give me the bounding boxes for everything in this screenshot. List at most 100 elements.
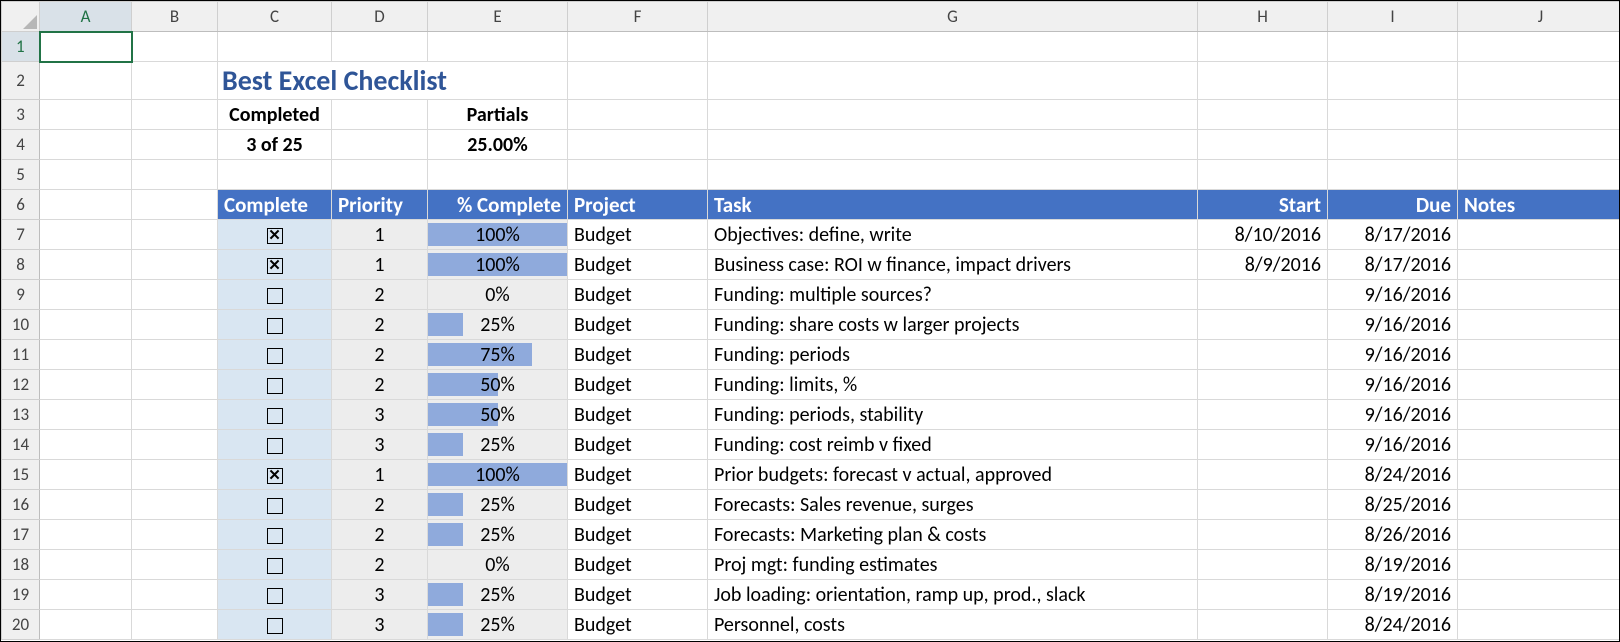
cell[interactable]: [132, 62, 218, 100]
start-cell[interactable]: 8/10/2016: [1198, 220, 1328, 250]
cell[interactable]: [1328, 62, 1458, 100]
notes-cell[interactable]: [1458, 220, 1620, 250]
cell[interactable]: [132, 190, 218, 220]
row-header[interactable]: 15: [2, 460, 40, 490]
percent-cell[interactable]: 25%: [428, 310, 568, 340]
notes-cell[interactable]: [1458, 580, 1620, 610]
due-cell[interactable]: 8/24/2016: [1328, 460, 1458, 490]
cell[interactable]: [428, 32, 568, 62]
notes-cell[interactable]: [1458, 550, 1620, 580]
hdr-percent[interactable]: % Complete: [428, 190, 568, 220]
notes-cell[interactable]: [1458, 400, 1620, 430]
row-header[interactable]: 20: [2, 610, 40, 640]
task-cell[interactable]: Forecasts: Sales revenue, surges: [708, 490, 1198, 520]
cell[interactable]: [1328, 32, 1458, 62]
cell[interactable]: [132, 490, 218, 520]
hdr-notes[interactable]: Notes: [1458, 190, 1620, 220]
cell[interactable]: [40, 62, 132, 100]
percent-cell[interactable]: 100%: [428, 250, 568, 280]
col-header-C[interactable]: C: [218, 2, 332, 32]
notes-cell[interactable]: [1458, 430, 1620, 460]
row-header[interactable]: 17: [2, 520, 40, 550]
due-cell[interactable]: 8/19/2016: [1328, 550, 1458, 580]
complete-cell[interactable]: [218, 220, 332, 250]
cell[interactable]: [1198, 160, 1328, 190]
complete-cell[interactable]: [218, 460, 332, 490]
task-cell[interactable]: Proj mgt: funding estimates: [708, 550, 1198, 580]
project-cell[interactable]: Budget: [568, 610, 708, 640]
priority-cell[interactable]: 1: [332, 220, 428, 250]
due-cell[interactable]: 9/16/2016: [1328, 310, 1458, 340]
checkbox-unchecked-icon[interactable]: [267, 408, 283, 424]
checkbox-unchecked-icon[interactable]: [267, 618, 283, 634]
priority-cell[interactable]: 2: [332, 310, 428, 340]
task-cell[interactable]: Business case: ROI w finance, impact dri…: [708, 250, 1198, 280]
task-cell[interactable]: Objectives: define, write: [708, 220, 1198, 250]
notes-cell[interactable]: [1458, 490, 1620, 520]
hdr-task[interactable]: Task: [708, 190, 1198, 220]
row-header[interactable]: 2: [2, 62, 40, 100]
task-cell[interactable]: Funding: cost reimb v fixed: [708, 430, 1198, 460]
project-cell[interactable]: Budget: [568, 370, 708, 400]
col-header-F[interactable]: F: [568, 2, 708, 32]
notes-cell[interactable]: [1458, 610, 1620, 640]
cell[interactable]: [568, 130, 708, 160]
row-header[interactable]: 13: [2, 400, 40, 430]
hdr-complete[interactable]: Complete: [218, 190, 332, 220]
cell[interactable]: [40, 490, 132, 520]
percent-cell[interactable]: 50%: [428, 370, 568, 400]
cell[interactable]: [1328, 130, 1458, 160]
priority-cell[interactable]: 1: [332, 250, 428, 280]
start-cell[interactable]: [1198, 610, 1328, 640]
project-cell[interactable]: Budget: [568, 250, 708, 280]
priority-cell[interactable]: 2: [332, 370, 428, 400]
complete-cell[interactable]: [218, 550, 332, 580]
cell[interactable]: [40, 280, 132, 310]
project-cell[interactable]: Budget: [568, 340, 708, 370]
cell[interactable]: [708, 160, 1198, 190]
checkbox-checked-icon[interactable]: [267, 258, 283, 274]
project-cell[interactable]: Budget: [568, 280, 708, 310]
cell[interactable]: [1198, 130, 1328, 160]
notes-cell[interactable]: [1458, 370, 1620, 400]
complete-cell[interactable]: [218, 520, 332, 550]
task-cell[interactable]: Job loading: orientation, ramp up, prod.…: [708, 580, 1198, 610]
notes-cell[interactable]: [1458, 520, 1620, 550]
checkbox-unchecked-icon[interactable]: [267, 438, 283, 454]
cell[interactable]: [1458, 160, 1620, 190]
task-cell[interactable]: Funding: share costs w larger projects: [708, 310, 1198, 340]
cell[interactable]: [132, 130, 218, 160]
cell[interactable]: [40, 580, 132, 610]
priority-cell[interactable]: 3: [332, 430, 428, 460]
completed-value[interactable]: 3 of 25: [218, 130, 332, 160]
cell[interactable]: [40, 160, 132, 190]
percent-cell[interactable]: 25%: [428, 610, 568, 640]
task-cell[interactable]: Personnel, costs: [708, 610, 1198, 640]
project-cell[interactable]: Budget: [568, 430, 708, 460]
notes-cell[interactable]: [1458, 460, 1620, 490]
row-header[interactable]: 8: [2, 250, 40, 280]
cell[interactable]: [40, 340, 132, 370]
percent-cell[interactable]: 0%: [428, 280, 568, 310]
checkbox-unchecked-icon[interactable]: [267, 288, 283, 304]
hdr-start[interactable]: Start: [1198, 190, 1328, 220]
cell[interactable]: [1198, 100, 1328, 130]
cell[interactable]: [40, 370, 132, 400]
col-header-G[interactable]: G: [708, 2, 1198, 32]
cell[interactable]: [132, 310, 218, 340]
cell[interactable]: [132, 430, 218, 460]
cell[interactable]: [568, 100, 708, 130]
spreadsheet[interactable]: A B C D E F G H I J 1 2 Best Excel Check…: [0, 0, 1620, 642]
row-header[interactable]: 7: [2, 220, 40, 250]
cell[interactable]: [132, 520, 218, 550]
cell[interactable]: [1198, 32, 1328, 62]
percent-cell[interactable]: 100%: [428, 220, 568, 250]
project-cell[interactable]: Budget: [568, 220, 708, 250]
col-header-J[interactable]: J: [1458, 2, 1620, 32]
start-cell[interactable]: [1198, 370, 1328, 400]
cell[interactable]: [568, 62, 708, 100]
cell[interactable]: [1458, 100, 1620, 130]
cell[interactable]: [40, 310, 132, 340]
col-header-E[interactable]: E: [428, 2, 568, 32]
priority-cell[interactable]: 2: [332, 490, 428, 520]
